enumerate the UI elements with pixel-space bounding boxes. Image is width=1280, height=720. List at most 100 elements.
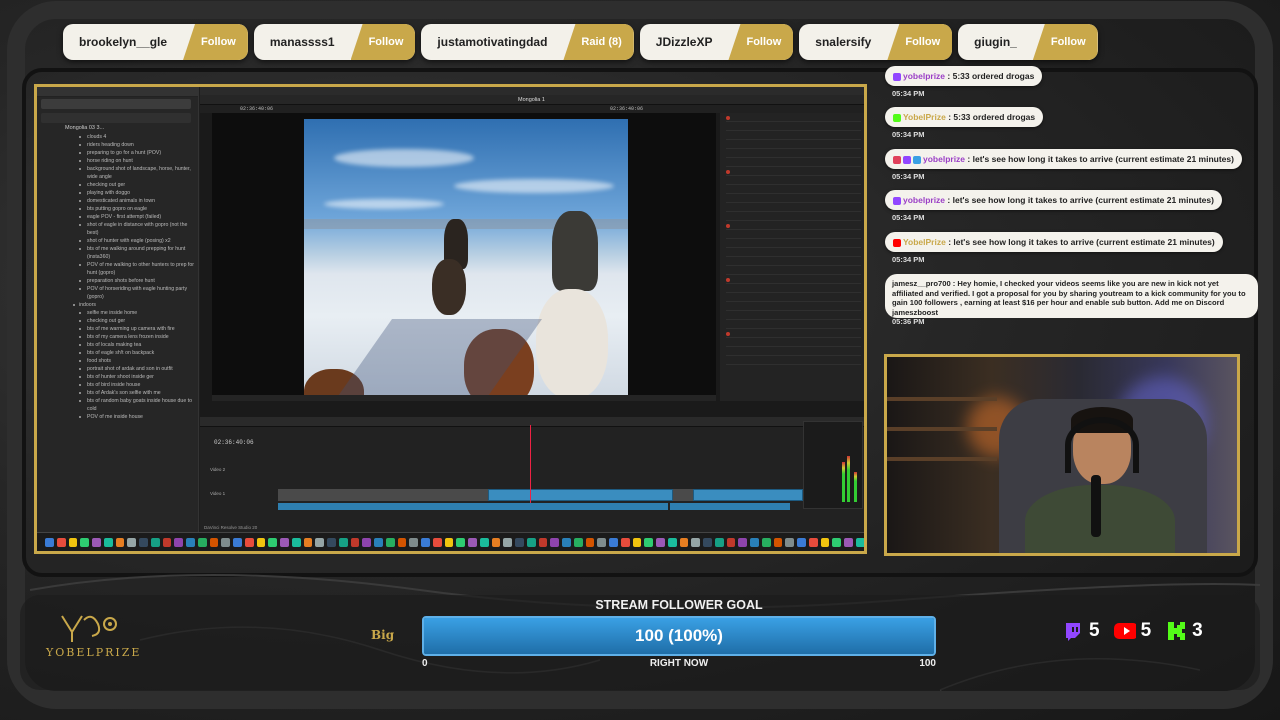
dock-app-icon[interactable]	[244, 537, 254, 547]
clip-thumbnails[interactable]	[278, 489, 488, 501]
dock-app-icon[interactable]	[338, 537, 348, 547]
inspector-row[interactable]	[726, 359, 861, 365]
dock-app-icon[interactable]	[468, 537, 477, 547]
inspector-row[interactable]	[726, 323, 861, 329]
dock-app-icon[interactable]	[374, 537, 383, 547]
dock-app-icon[interactable]	[397, 537, 407, 547]
timeline-panel[interactable]: 02:36:40:06 Video 2 Video 1 DaVinci Reso…	[200, 417, 864, 532]
dock-app-icon[interactable]	[162, 537, 172, 547]
dock-app-icon[interactable]	[103, 537, 113, 547]
inspector-row[interactable]	[726, 314, 861, 320]
dock-app-icon[interactable]	[127, 537, 136, 547]
dock-app-icon[interactable]	[80, 537, 89, 547]
inspector-row[interactable]	[726, 296, 861, 302]
dock-app-icon[interactable]	[174, 537, 183, 547]
playhead[interactable]	[530, 425, 531, 503]
inspector-row[interactable]	[726, 143, 861, 149]
dock-app-icon[interactable]	[585, 537, 595, 547]
dock-app-icon[interactable]	[209, 537, 219, 547]
dock-app-icon[interactable]	[597, 537, 606, 547]
dock-app-icon[interactable]	[703, 537, 712, 547]
dock-app-icon[interactable]	[479, 537, 489, 547]
inspector-row[interactable]	[726, 152, 861, 158]
inspector-row[interactable]	[726, 134, 861, 140]
dock-app-icon[interactable]	[855, 537, 864, 547]
dock-app-icon[interactable]	[256, 537, 266, 547]
dock-app-icon[interactable]	[233, 537, 242, 547]
dock-app-icon[interactable]	[45, 537, 54, 547]
dock-app-icon[interactable]	[667, 537, 677, 547]
inspector-row[interactable]	[726, 233, 861, 239]
dock-app-icon[interactable]	[315, 537, 324, 547]
dock-app-icon[interactable]	[491, 537, 501, 547]
dock-app-icon[interactable]	[785, 537, 794, 547]
dock-app-icon[interactable]	[820, 537, 830, 547]
inspector-row[interactable]	[726, 242, 861, 248]
dock-app-icon[interactable]	[632, 537, 642, 547]
inspector-row[interactable]	[726, 197, 861, 203]
dock-app-icon[interactable]	[832, 537, 841, 547]
dock-app-icon[interactable]	[750, 537, 759, 547]
dock-app-icon[interactable]	[385, 537, 395, 547]
dock-app-icon[interactable]	[562, 537, 571, 547]
inspector-row[interactable]	[726, 224, 861, 230]
dock-app-icon[interactable]	[844, 537, 853, 547]
inspector-row[interactable]	[726, 341, 861, 347]
dock-app-icon[interactable]	[726, 537, 736, 547]
dock-app-icon[interactable]	[620, 537, 630, 547]
audio-clip[interactable]	[670, 503, 790, 510]
dock-app-icon[interactable]	[550, 537, 559, 547]
dock-app-icon[interactable]	[303, 537, 313, 547]
inspector-row[interactable]	[726, 332, 861, 338]
inspector-row[interactable]	[726, 206, 861, 212]
dock-app-icon[interactable]	[92, 537, 101, 547]
dock-app-icon[interactable]	[738, 537, 747, 547]
inspector-row[interactable]	[726, 278, 861, 284]
dock-app-icon[interactable]	[503, 537, 512, 547]
dock-app-icon[interactable]	[609, 537, 618, 547]
dock-app-icon[interactable]	[808, 537, 818, 547]
dock-app-icon[interactable]	[761, 537, 771, 547]
dock-app-icon[interactable]	[444, 537, 454, 547]
dock-app-icon[interactable]	[797, 537, 806, 547]
audio-clip[interactable]	[278, 503, 668, 510]
inspector-row[interactable]	[726, 188, 861, 194]
browser-tab[interactable]	[41, 99, 191, 109]
dock-app-icon[interactable]	[150, 537, 160, 547]
clip-thumbnails[interactable]	[673, 489, 693, 501]
dock-app-icon[interactable]	[56, 537, 66, 547]
dock-app-icon[interactable]	[679, 537, 689, 547]
inspector-row[interactable]	[726, 251, 861, 257]
dock-app-icon[interactable]	[409, 537, 418, 547]
dock-app-icon[interactable]	[526, 537, 536, 547]
dock-app-icon[interactable]	[456, 537, 465, 547]
dock-app-icon[interactable]	[538, 537, 548, 547]
inspector-row[interactable]	[726, 179, 861, 185]
inspector-row[interactable]	[726, 269, 861, 275]
inspector-row[interactable]	[726, 350, 861, 356]
dock-app-icon[interactable]	[432, 537, 442, 547]
dock-app-icon[interactable]	[115, 537, 125, 547]
inspector-row[interactable]	[726, 125, 861, 131]
dock-app-icon[interactable]	[268, 537, 277, 547]
dock-app-icon[interactable]	[350, 537, 360, 547]
inspector-row[interactable]	[726, 170, 861, 176]
dock-app-icon[interactable]	[691, 537, 700, 547]
dock-app-icon[interactable]	[291, 537, 301, 547]
dock-app-icon[interactable]	[421, 537, 430, 547]
dock-app-icon[interactable]	[515, 537, 524, 547]
video-viewer[interactable]	[212, 113, 716, 401]
dock-app-icon[interactable]	[714, 537, 724, 547]
viewer-scrubber[interactable]	[212, 395, 716, 401]
clip[interactable]	[488, 489, 673, 501]
dock-app-icon[interactable]	[773, 537, 783, 547]
inspector-row[interactable]	[726, 215, 861, 221]
dock-app-icon[interactable]	[656, 537, 665, 547]
dock-app-icon[interactable]	[186, 537, 195, 547]
dock-app-icon[interactable]	[68, 537, 78, 547]
dock-app-icon[interactable]	[197, 537, 207, 547]
inspector-row[interactable]	[726, 161, 861, 167]
dock-app-icon[interactable]	[573, 537, 583, 547]
dock-app-icon[interactable]	[644, 537, 653, 547]
dock-app-icon[interactable]	[221, 537, 230, 547]
